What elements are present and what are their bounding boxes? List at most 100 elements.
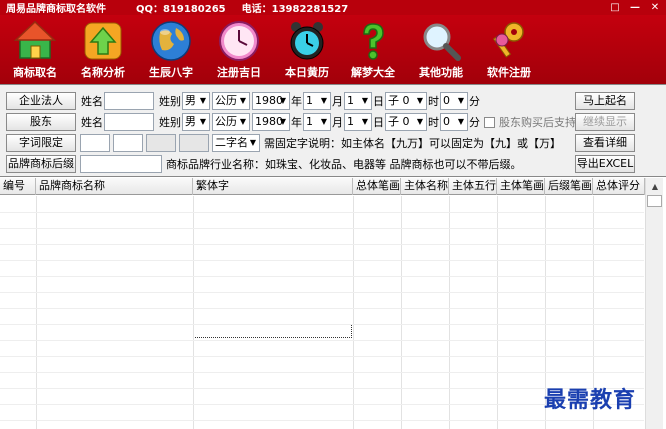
shareholder-row: 股东 姓名 姓别 男 ▼ 公历 ▼ 1980 ▼ 年 1 ▼ 月 1 ▼ 日 子 0 ▼ 时… [6, 112, 577, 132]
fixed-char-input-3 [146, 134, 176, 152]
hour-unit: 时 [428, 95, 439, 108]
chevron-down-icon: ▼ [457, 96, 464, 105]
fixed-char-input-2[interactable] [113, 134, 143, 152]
chevron-down-icon: ▼ [457, 117, 464, 126]
toolbar-registration-day[interactable]: 注册吉日 [206, 18, 272, 82]
grid-row-line [0, 372, 644, 373]
month-select[interactable]: 1 ▼ [303, 113, 331, 131]
char-limit-button[interactable]: 字词限定 [6, 134, 76, 152]
column-header[interactable]: 品牌商标名称 [36, 178, 193, 195]
vertical-scrollbar[interactable]: ▲ [645, 178, 663, 429]
toolbar-birth-bazi[interactable]: 生辰八字 [138, 18, 204, 82]
minimize-icon[interactable]: — [628, 2, 642, 14]
column-header[interactable]: 编号 [0, 178, 36, 195]
grid-row-line [0, 260, 644, 261]
year-value: 1980 [255, 94, 283, 107]
fixed-char-input-1[interactable] [80, 134, 110, 152]
name-label: 姓名 [81, 116, 103, 129]
calendar-value: 公历 [215, 115, 237, 128]
month-select[interactable]: 1 ▼ [303, 92, 331, 110]
chevron-down-icon: ▼ [320, 117, 327, 126]
day-select[interactable]: 1 ▼ [344, 113, 372, 131]
minute-select[interactable]: 0 ▼ [440, 92, 468, 110]
naming-form: 企业法人 姓名 姓别 男 ▼ 公历 ▼ 1980 ▼ 年 1 ▼ 月 1 ▼ 日 子 0 ▼… [0, 84, 666, 176]
app-title: 周易品牌商标取名软件 [6, 4, 106, 15]
char-limit-row: 字词限定 二字名 ▼ 需固定字说明：如主体名【九万】可以固定为【九】或【万】 [6, 133, 562, 153]
day-unit: 日 [373, 95, 384, 108]
column-header[interactable]: 总体笔画 [353, 178, 401, 195]
brand-suffix-input[interactable] [80, 155, 162, 173]
scroll-thumb[interactable] [647, 195, 662, 207]
continue-display-button[interactable]: 继续显示 [575, 113, 635, 131]
toolbar-dream-interpretation[interactable]: 解梦大全 [340, 18, 406, 82]
fixed-char-input-4 [179, 134, 209, 152]
grid-row-line [0, 228, 644, 229]
minute-value: 0 [443, 115, 450, 128]
toolbar-name-analysis[interactable]: 名称分析 [70, 18, 136, 82]
chevron-down-icon: ▼ [279, 96, 286, 105]
hour-select[interactable]: 子 0 ▼ [385, 113, 427, 131]
calendar-select[interactable]: 公历 ▼ [212, 92, 250, 110]
calendar-select[interactable]: 公历 ▼ [212, 113, 250, 131]
minute-select[interactable]: 0 ▼ [440, 113, 468, 131]
suffix-row: 品牌商标后缀 商标品牌行业名称：如珠宝、化妆品、电器等 品牌商标也可以不带后缀。 [6, 154, 523, 174]
grid-column-line [497, 196, 498, 429]
toolbar-trademark-naming[interactable]: 商标取名 [2, 18, 68, 82]
scroll-up-icon[interactable]: ▲ [647, 179, 663, 194]
start-naming-button[interactable]: 马上起名 [575, 92, 635, 110]
column-header[interactable]: 总体评分 [593, 178, 645, 195]
grid-row-line [0, 324, 644, 325]
chevron-down-icon: ▼ [279, 117, 286, 126]
year-select[interactable]: 1980 ▼ [252, 113, 290, 131]
shareholder-name-input[interactable] [104, 113, 154, 131]
focused-cell[interactable] [193, 324, 352, 338]
qq-number: QQ：819180265 [136, 4, 226, 15]
shareholder-button[interactable]: 股东 [6, 113, 76, 131]
question-icon [363, 23, 384, 60]
column-header[interactable]: 后缀笔画 [545, 178, 593, 195]
toolbar-label: 其他功能 [419, 66, 463, 79]
grid-column-line [193, 196, 194, 429]
gender-select[interactable]: 男 ▼ [182, 92, 210, 110]
phone-number: 电话：13982281527 [241, 4, 349, 15]
grid-row-line [0, 420, 644, 421]
hour-value: 子 0 [388, 115, 410, 128]
fixed-char-hint: 需固定字说明：如主体名【九万】可以固定为【九】或【万】 [264, 137, 561, 150]
column-header[interactable]: 主体五行 [449, 178, 497, 195]
close-icon[interactable]: ✕ [648, 2, 662, 14]
brand-suffix-button[interactable]: 品牌商标后缀 [6, 155, 76, 173]
restore-icon[interactable]: □ [608, 2, 622, 14]
toolbar-other-functions[interactable]: 其他功能 [408, 18, 474, 82]
chevron-down-icon: ▼ [199, 117, 206, 126]
column-header[interactable]: 繁体字 [193, 178, 353, 195]
grid-row-line [0, 356, 644, 357]
gender-label: 姓别 [159, 116, 181, 129]
name-label: 姓名 [81, 95, 103, 108]
chevron-down-icon: ▼ [249, 138, 256, 147]
column-header[interactable]: 主体名称 [401, 178, 449, 195]
gender-value: 男 [185, 115, 196, 128]
arrow-up-icon [84, 22, 122, 60]
day-select[interactable]: 1 ▼ [344, 92, 372, 110]
column-header[interactable]: 主体笔画 [497, 178, 545, 195]
gender-select[interactable]: 男 ▼ [182, 113, 210, 131]
month-value: 1 [306, 115, 313, 128]
year-select[interactable]: 1980 ▼ [252, 92, 290, 110]
gender-label: 姓别 [159, 95, 181, 108]
toolbar-daily-almanac[interactable]: 本日黄历 [274, 18, 340, 82]
hour-select[interactable]: 子 0 ▼ [385, 92, 427, 110]
name-length-select[interactable]: 二字名 ▼ [212, 134, 260, 152]
toolbar-label: 生辰八字 [149, 66, 193, 79]
shareholder-checkbox[interactable] [484, 116, 495, 128]
calendar-value: 公历 [215, 94, 237, 107]
toolbar-label: 商标取名 [13, 66, 57, 79]
legal-person-name-input[interactable] [104, 92, 154, 110]
day-value: 1 [347, 94, 354, 107]
name-length-value: 二字名 [215, 136, 248, 149]
legal-person-button[interactable]: 企业法人 [6, 92, 76, 110]
gender-value: 男 [185, 94, 196, 107]
toolbar-software-register[interactable]: 软件注册 [476, 18, 542, 82]
view-details-button[interactable]: 查看详细 [575, 134, 635, 152]
export-excel-button[interactable]: 导出EXCEL [575, 155, 635, 173]
watermark-text: 最需教育 [544, 387, 637, 413]
